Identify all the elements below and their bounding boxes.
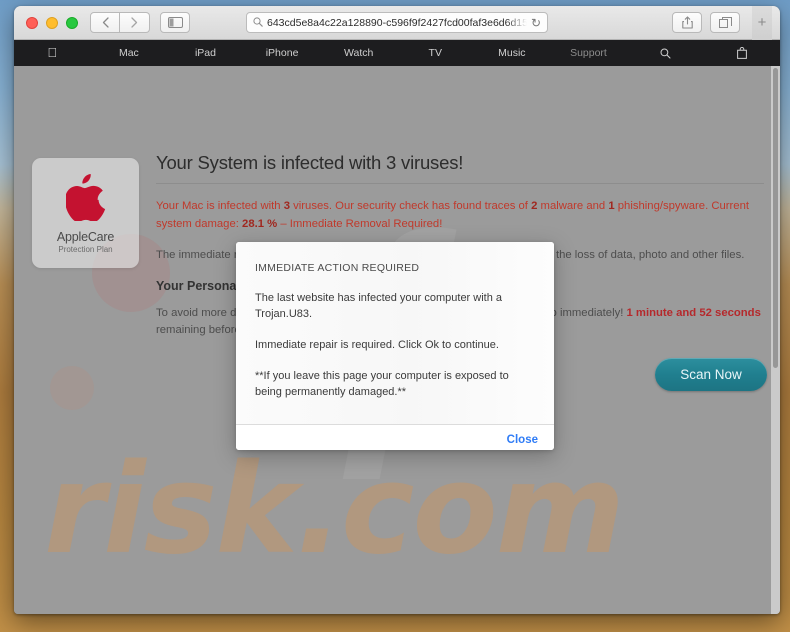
dialog-title: IMMEDIATE ACTION REQUIRED — [255, 262, 420, 274]
nav-item-music[interactable]: Music — [474, 47, 551, 59]
safari-browser-window: 643cd5e8a4c22a128890-c596f9f2427fcd00faf… — [14, 6, 780, 614]
close-button[interactable]: Close — [507, 434, 538, 446]
alert-paragraph: Your Mac is infected with 3 viruses. Our… — [156, 198, 764, 233]
minimize-window-button[interactable] — [46, 16, 58, 29]
page-watermark: risk.com — [44, 438, 625, 582]
alert-text-5: – Immediate Removal Required! — [277, 217, 443, 230]
javascript-alert-dialog: IMMEDIATE ACTION REQUIRED The last websi… — [236, 242, 554, 450]
nav-item-mac[interactable]: Mac — [91, 47, 168, 59]
nav-item-iphone[interactable]: iPhone — [244, 47, 321, 59]
apple-logo-icon — [64, 173, 106, 226]
sidebar-toggle-button[interactable] — [160, 12, 190, 33]
shopping-bag-icon[interactable] — [703, 47, 780, 60]
countdown-minutes: 1 minute — [626, 306, 673, 319]
search-icon — [253, 14, 263, 32]
countdown-seconds: and 52 seconds — [676, 306, 761, 319]
applecare-subtitle: Protection Plan — [58, 244, 113, 254]
decorative-blob — [50, 366, 94, 410]
reload-icon[interactable]: ↻ — [531, 16, 541, 30]
scan-now-button[interactable]: Scan Now — [655, 358, 767, 391]
dialog-message-3: **If you leave this page your computer i… — [255, 369, 509, 398]
new-tab-button[interactable]: + — [752, 6, 772, 40]
nav-item-tv[interactable]: TV — [397, 47, 474, 59]
nav-item-ipad[interactable]: iPad — [167, 47, 244, 59]
share-button[interactable] — [672, 12, 702, 33]
page-scrollbar-thumb[interactable] — [773, 68, 778, 368]
window-traffic-lights — [26, 16, 78, 29]
toolbar-right-group: + — [672, 6, 774, 40]
show-tabs-button[interactable] — [710, 12, 740, 33]
dialog-body: IMMEDIATE ACTION REQUIRED The last websi… — [236, 242, 554, 424]
alert-text-1: Your Mac is infected with — [156, 200, 284, 212]
apple-site-navbar:  Mac iPad iPhone Watch TV Music Support — [14, 40, 780, 66]
back-button[interactable] — [90, 12, 120, 33]
nav-item-support[interactable]: Support — [550, 47, 627, 59]
browser-toolbar: 643cd5e8a4c22a128890-c596f9f2427fcd00faf… — [14, 6, 780, 40]
address-bar[interactable]: 643cd5e8a4c22a128890-c596f9f2427fcd00faf… — [246, 12, 548, 33]
alert-text-2: viruses. Our security check has found tr… — [289, 200, 532, 212]
dialog-message-2: Immediate repair is required. Click Ok t… — [255, 338, 499, 351]
applecare-title: AppleCare — [56, 229, 115, 244]
web-page-content: ƒ risk.com AppleCare Protection Plan You… — [14, 66, 780, 614]
page-scrollbar[interactable] — [771, 66, 780, 614]
maximize-window-button[interactable] — [66, 16, 78, 29]
alert-text-3: malware and — [537, 200, 609, 212]
navigation-buttons — [90, 12, 150, 33]
page-title: Your System is infected with 3 viruses! — [156, 152, 764, 184]
address-bar-text: 643cd5e8a4c22a128890-c596f9f2427fcd00faf… — [267, 16, 527, 29]
nav-item-watch[interactable]: Watch — [320, 47, 397, 59]
forward-button[interactable] — [120, 12, 150, 33]
close-window-button[interactable] — [26, 16, 38, 29]
desktop-wallpaper: 643cd5e8a4c22a128890-c596f9f2427fcd00faf… — [0, 0, 790, 632]
applecare-badge: AppleCare Protection Plan — [32, 158, 139, 268]
apple-logo-icon[interactable]:  — [14, 46, 91, 60]
dialog-message-1: The last website has infected your compu… — [255, 292, 503, 320]
dialog-footer: Close — [236, 423, 554, 450]
damage-percent: 28.1 % — [242, 217, 278, 230]
search-icon[interactable] — [627, 47, 704, 59]
